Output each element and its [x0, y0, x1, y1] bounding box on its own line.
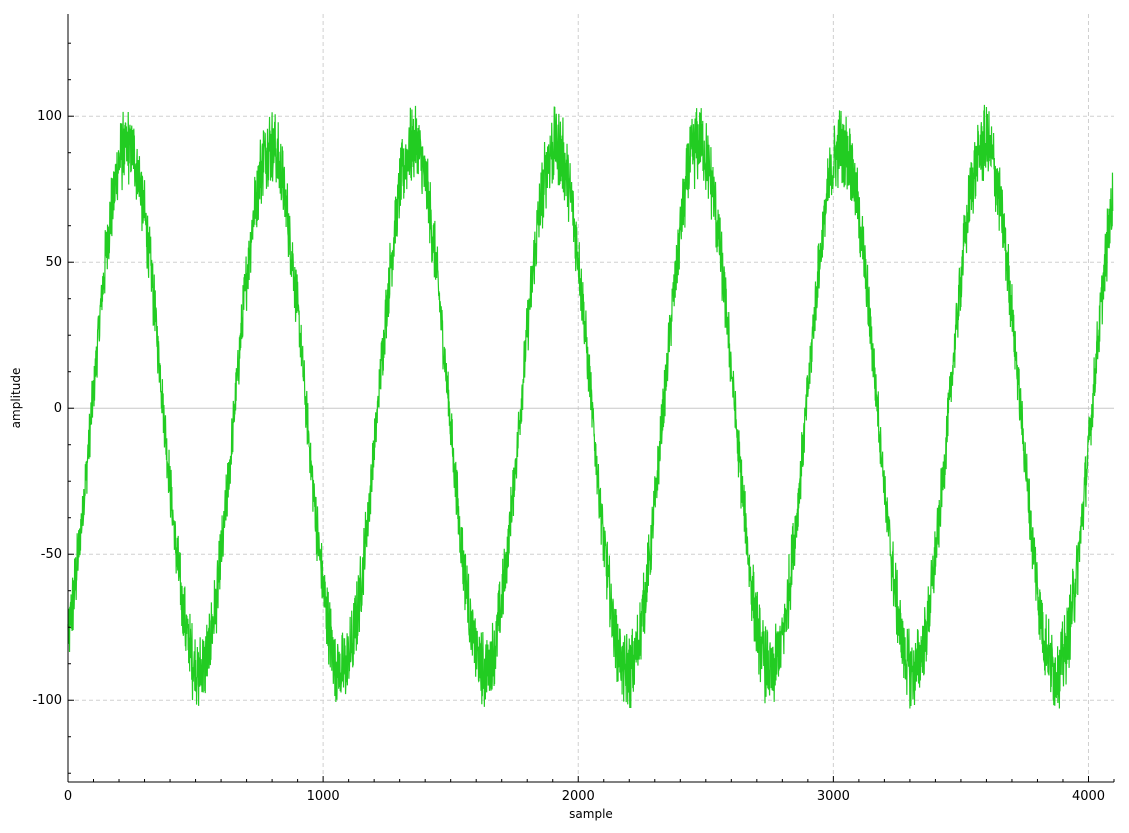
x-tick-label: 0 [64, 789, 72, 804]
y-tick-label: 50 [45, 255, 62, 270]
series-layer [67, 104, 1114, 709]
chart-container: 0 1000 2000 3000 4000 -100 -50 0 50 100 sample am… [0, 0, 1129, 829]
series-line [67, 104, 1114, 709]
y-tick-label: -50 [41, 547, 62, 562]
x-tick-label: 1000 [307, 789, 340, 804]
y-tick-label: 0 [54, 401, 62, 416]
y-axis-label: amplitude [9, 368, 23, 429]
x-tick-label: 3000 [817, 789, 850, 804]
x-tick-label: 2000 [562, 789, 595, 804]
y-tick-label: 100 [37, 109, 62, 124]
chart-svg: 0 1000 2000 3000 4000 -100 -50 0 50 100 sample am… [9, 14, 1115, 821]
x-axis-label: sample [569, 807, 613, 821]
y-tick-label: -100 [32, 693, 62, 708]
x-tick-label: 4000 [1072, 789, 1105, 804]
